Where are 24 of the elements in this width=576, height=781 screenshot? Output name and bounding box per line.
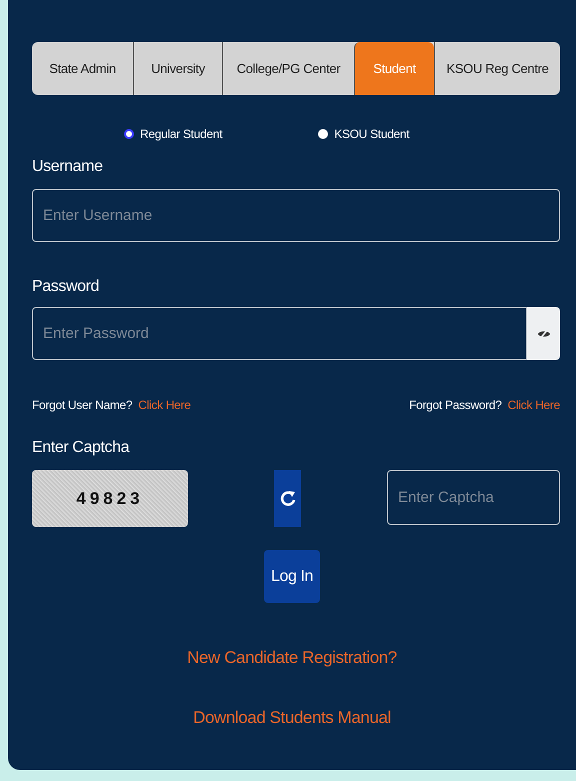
radio-label: Regular Student [140,126,222,143]
role-tab[interactable]: State Admin [32,42,133,95]
manual-download-link[interactable]: Download Students Manual [193,704,391,730]
captcha-code: 49823 [76,488,144,510]
role-tab[interactable]: KSOU Reg Centre [434,42,560,95]
captcha-label: Enter Captcha [32,438,130,458]
refresh-icon [280,488,296,508]
forgot-username-text: Forgot User Name? [32,397,132,414]
refresh-captcha-button[interactable] [274,470,301,527]
forgot-password-text: Forgot Password? [409,397,502,414]
forgot-username-link[interactable]: Click Here [138,396,191,414]
username-label: Username [32,157,104,177]
registration-link[interactable]: New Candidate Registration? [187,645,397,670]
login-button[interactable]: Log In [264,550,320,603]
captcha-field[interactable]: Enter Captcha [387,470,560,525]
radio-button[interactable] [124,129,134,139]
show-password-button[interactable] [527,307,560,360]
password-field[interactable]: Enter Password [32,307,527,360]
password-label: Password [32,277,100,297]
username-field[interactable]: Enter Username [32,189,560,242]
radio-label: KSOU Student [334,126,410,143]
role-tab[interactable]: University [133,42,222,95]
radio-button[interactable] [318,129,328,139]
forgot-password-link[interactable]: Click Here [508,396,560,414]
